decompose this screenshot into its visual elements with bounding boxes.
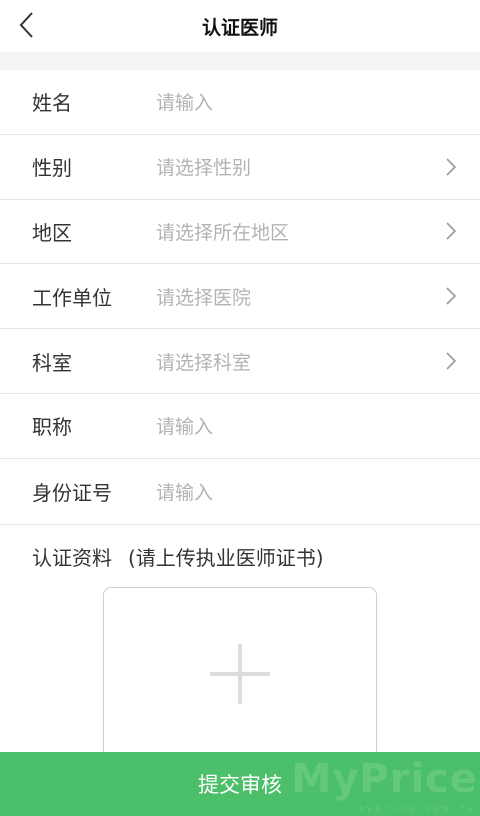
certificate-upload-box[interactable] [103, 587, 377, 777]
department-label: 科室 [32, 350, 72, 375]
gender-select[interactable]: 请选择性别 [156, 153, 444, 180]
chevron-right-icon [444, 350, 458, 372]
certification-row: 认证资料 (请上传执业医师证书) [0, 523, 480, 588]
form-row-id-number[interactable]: 身份证号 请输入 [0, 459, 480, 524]
submit-label: 提交审核 [198, 773, 282, 797]
gender-label: 性别 [32, 156, 72, 181]
name-label: 姓名 [32, 91, 72, 116]
chevron-left-icon [19, 12, 33, 38]
header-bar: 认证医师 [0, 0, 480, 52]
page-title: 认证医师 [201, 16, 278, 39]
chevron-right-icon [444, 220, 458, 242]
doctor-form: 姓名 请输入 性别 请选择性别 地区 请选择所在地区 工作单位 请选择医院 科室… [0, 70, 480, 588]
workplace-label: 工作单位 [32, 285, 112, 310]
form-row-title[interactable]: 职称 请输入 [0, 394, 480, 459]
certification-label: 认证资料 [32, 545, 112, 570]
job-title-input[interactable]: 请输入 [156, 412, 458, 439]
hospital-select[interactable]: 请选择医院 [156, 283, 444, 310]
form-row-gender[interactable]: 性别 请选择性别 [0, 135, 480, 200]
form-row-region[interactable]: 地区 请选择所在地区 [0, 200, 480, 265]
watermark-logo: MyPrice [291, 756, 478, 802]
id-number-label: 身份证号 [32, 480, 112, 505]
section-gap [0, 52, 480, 70]
form-row-name[interactable]: 姓名 请输入 [0, 70, 480, 135]
job-title-label: 职称 [32, 415, 72, 440]
id-number-input[interactable]: 请输入 [156, 478, 458, 505]
watermark-subtext: myprice.com.tw [358, 804, 476, 814]
department-select[interactable]: 请选择科室 [156, 348, 444, 375]
plus-icon [210, 644, 270, 704]
region-select[interactable]: 请选择所在地区 [156, 218, 444, 245]
chevron-right-icon [444, 156, 458, 178]
form-row-department[interactable]: 科室 请选择科室 [0, 329, 480, 394]
form-row-workplace[interactable]: 工作单位 请选择医院 [0, 264, 480, 330]
region-label: 地区 [32, 220, 72, 245]
chevron-right-icon [444, 285, 458, 307]
certification-hint: (请上传执业医师证书) [128, 545, 324, 570]
back-button[interactable] [14, 10, 38, 40]
name-input[interactable]: 请输入 [156, 88, 458, 115]
